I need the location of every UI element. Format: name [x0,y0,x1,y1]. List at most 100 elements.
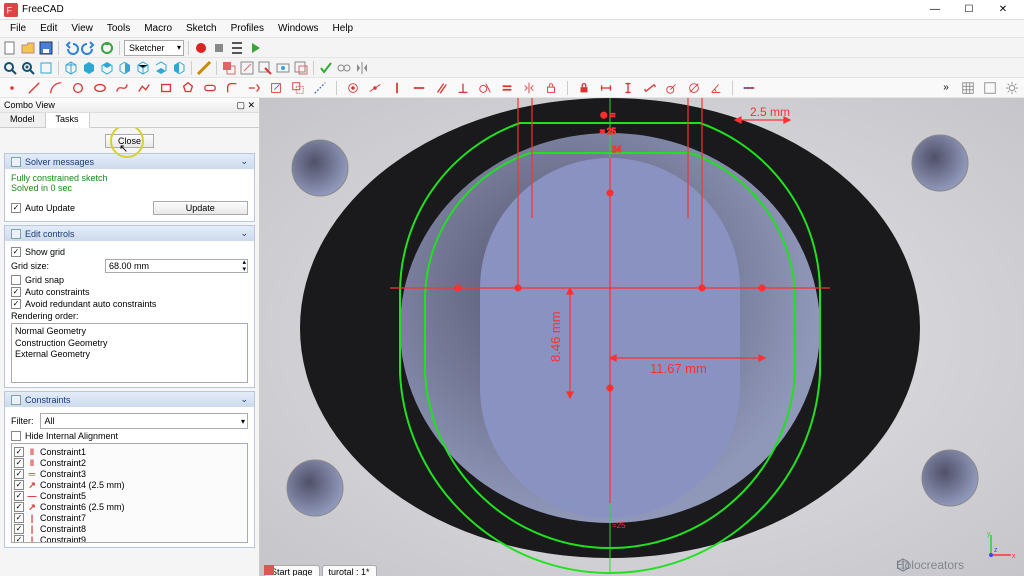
constr-length-icon[interactable] [642,80,658,96]
mirror-icon[interactable] [354,60,370,76]
save-icon[interactable] [38,40,54,56]
macro-record-icon[interactable] [193,40,209,56]
view-bottom-icon[interactable] [153,60,169,76]
constr-tangent-icon[interactable] [477,80,493,96]
grid-toggle-icon[interactable] [960,80,976,96]
auto-constraints-checkbox[interactable] [11,287,21,297]
close-button[interactable]: Close [105,134,154,148]
constraint-list[interactable]: ‖Constraint1 ‖Constraint2 ═Constraint3 ↗… [11,443,248,543]
overflow-chevron-icon[interactable]: » [938,80,954,96]
constr-diameter-icon[interactable] [686,80,702,96]
carbon-copy-icon[interactable] [290,80,306,96]
bspline-icon[interactable] [114,80,130,96]
constr-pointon-icon[interactable] [367,80,383,96]
menu-help[interactable]: Help [327,21,360,36]
combo-close-icon[interactable]: ▢ ✕ [236,100,255,111]
polyline-icon[interactable] [136,80,152,96]
dim-b[interactable]: 8.46 mm [548,311,563,362]
sketch-view-icon[interactable] [275,60,291,76]
window-maximize[interactable]: ☐ [952,1,986,19]
show-grid-checkbox[interactable] [11,247,21,257]
window-minimize[interactable]: — [918,1,952,19]
dim-a[interactable]: 2.5 mm [750,105,790,119]
rectangle-icon[interactable] [158,80,174,96]
grid-snap-checkbox[interactable] [11,275,21,285]
polygon-icon[interactable] [180,80,196,96]
toggle-virtspace-icon[interactable] [982,80,998,96]
sketch-new-icon[interactable] [221,60,237,76]
new-icon[interactable] [2,40,18,56]
sketch-map-icon[interactable] [293,60,309,76]
constr-vertical-icon[interactable] [389,80,405,96]
fit-selection-icon[interactable] [20,60,36,76]
view-iso-icon[interactable] [63,60,79,76]
view-top-icon[interactable] [99,60,115,76]
constr-lock-icon[interactable] [576,80,592,96]
constr-vertdist-icon[interactable] [620,80,636,96]
constr-radius-icon[interactable] [664,80,680,96]
ellipse-icon[interactable] [92,80,108,96]
menu-view[interactable]: View [65,21,99,36]
refresh-icon[interactable] [99,40,115,56]
menu-windows[interactable]: Windows [272,21,325,36]
3d-viewport[interactable]: ⊕ = = 25 24 2.5 mm 8.46 mm 11.67 mm =25 … [260,98,1024,576]
sketch-leave-icon[interactable] [257,60,273,76]
external-geom-icon[interactable] [268,80,284,96]
line-icon[interactable] [26,80,42,96]
workbench-selector[interactable]: Sketcher [124,40,184,56]
macro-list-icon[interactable] [229,40,245,56]
validate-icon[interactable] [318,60,334,76]
arc-icon[interactable] [48,80,64,96]
undo-icon[interactable] [63,40,79,56]
constr-perpendicular-icon[interactable] [455,80,471,96]
constr-parallel-icon[interactable] [433,80,449,96]
settings-icon[interactable] [1004,80,1020,96]
merge-icon[interactable] [336,60,352,76]
menu-profiles[interactable]: Profiles [225,21,270,36]
hide-internal-checkbox[interactable] [11,431,21,441]
constr-equal-icon[interactable] [499,80,515,96]
tab-model[interactable]: Model [0,113,46,127]
filter-dropdown[interactable]: All [40,413,249,429]
dim-c[interactable]: 11.67 mm [650,361,707,376]
trim-icon[interactable] [246,80,262,96]
fillet-icon[interactable] [224,80,240,96]
point-icon[interactable] [4,80,20,96]
view-front-icon[interactable] [81,60,97,76]
toggle-driving-icon[interactable] [741,80,757,96]
avoid-redundant-checkbox[interactable] [11,299,21,309]
collapse-icon[interactable]: ⌄ [240,156,248,167]
grid-size-input[interactable]: 68.00 mm▴▾ [105,259,248,273]
drawstyle-icon[interactable] [38,60,54,76]
view-left-icon[interactable] [171,60,187,76]
constr-coincident-icon[interactable] [345,80,361,96]
window-close[interactable]: ✕ [986,1,1020,19]
construction-icon[interactable] [312,80,328,96]
constr-angle-icon[interactable] [708,80,724,96]
menu-macro[interactable]: Macro [138,21,178,36]
vp-tab-tutorial[interactable]: turotal : 1* [322,565,377,576]
macro-play-icon[interactable] [247,40,263,56]
open-icon[interactable] [20,40,36,56]
update-button[interactable]: Update [153,201,248,215]
circle-icon[interactable] [70,80,86,96]
constr-horizdist-icon[interactable] [598,80,614,96]
auto-update-checkbox[interactable] [11,203,21,213]
slot-icon[interactable] [202,80,218,96]
collapse-icon[interactable]: ⌄ [240,394,248,405]
view-rear-icon[interactable] [135,60,151,76]
rendering-order-list[interactable]: Normal Geometry Construction Geometry Ex… [11,323,248,383]
collapse-icon[interactable]: ⌄ [240,228,248,239]
constr-horizontal-icon[interactable] [411,80,427,96]
macro-stop-icon[interactable] [211,40,227,56]
constr-block-icon[interactable] [543,80,559,96]
constr-symmetric-icon[interactable] [521,80,537,96]
measure-icon[interactable] [196,60,212,76]
menu-file[interactable]: File [4,21,32,36]
sketch-edit-icon[interactable] [239,60,255,76]
menu-sketch[interactable]: Sketch [180,21,223,36]
tab-tasks[interactable]: Tasks [46,113,90,128]
redo-icon[interactable] [81,40,97,56]
menu-tools[interactable]: Tools [101,21,136,36]
menu-edit[interactable]: Edit [34,21,63,36]
